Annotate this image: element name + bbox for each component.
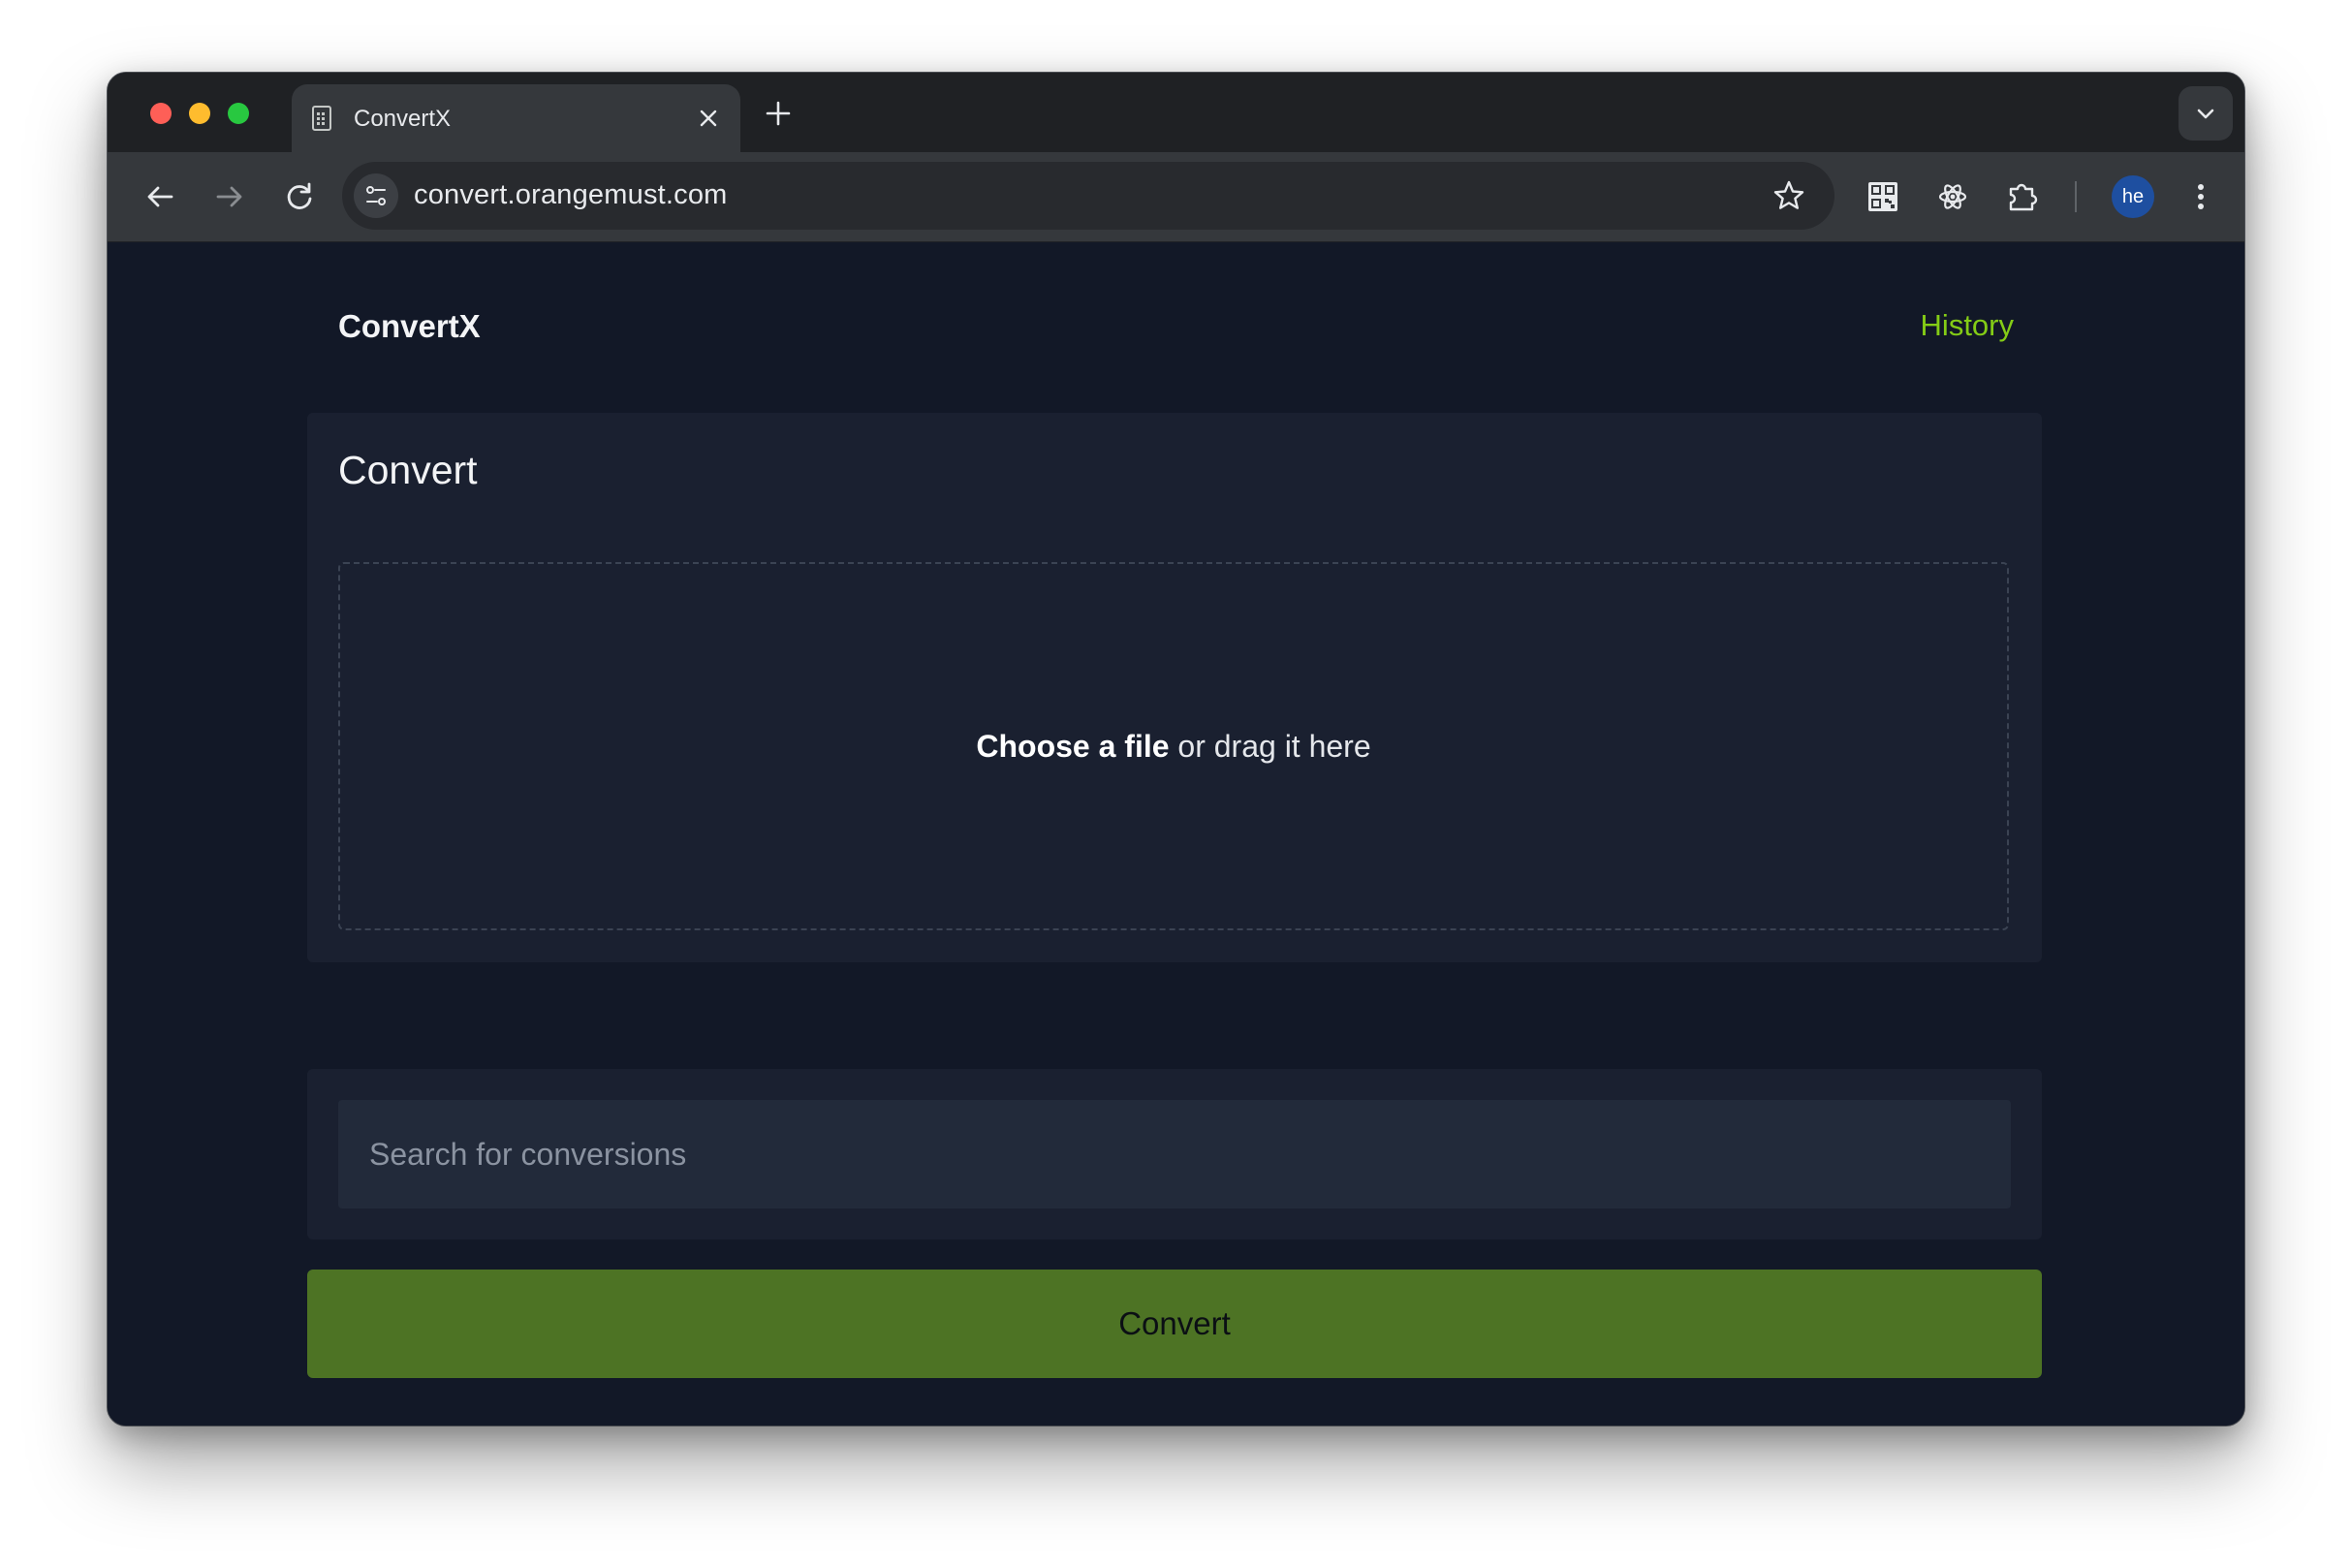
convert-button[interactable]: Convert [307,1270,2042,1378]
atom-icon[interactable] [1933,177,1972,216]
convert-card-title: Convert [338,448,478,492]
tab-title: ConvertX [354,106,452,132]
document-icon [312,106,331,131]
browser-window: ConvertX convert.orangemust.com he Conve… [107,72,2245,1427]
file-dropzone[interactable]: Choose a file or drag it here [338,562,2009,930]
choose-file-link[interactable]: Choose a file [976,729,1169,764]
site-info-button[interactable] [354,173,398,218]
puzzle-icon[interactable] [2003,177,2042,216]
browser-toolbar: convert.orangemust.com he [108,152,2244,242]
bookmark-star-icon[interactable] [1772,179,1805,212]
drag-hint: or drag it here [1169,729,1371,764]
search-conversions-input[interactable] [338,1100,2011,1208]
qr-code-icon[interactable] [1864,177,1902,216]
history-link[interactable]: History [1921,308,2014,343]
minimize-window-button[interactable] [189,103,210,124]
dropzone-label: Choose a file or drag it here [340,729,2007,765]
new-tab-icon[interactable] [763,98,794,129]
tab-search-button[interactable] [2179,86,2233,141]
brand-logo[interactable]: ConvertX [338,308,481,345]
tune-icon [366,186,386,205]
toolbar-separator [2075,181,2077,212]
address-bar[interactable]: convert.orangemust.com [342,162,1834,230]
close-icon[interactable] [696,106,721,131]
more-menu-icon[interactable] [2181,177,2220,216]
tab-strip: ConvertX [108,73,2244,152]
url-text[interactable]: convert.orangemust.com [414,179,728,211]
close-window-button[interactable] [150,103,172,124]
reload-icon[interactable] [280,177,319,216]
tab-convertx[interactable]: ConvertX [292,84,740,152]
search-card [307,1069,2042,1239]
maximize-window-button[interactable] [228,103,249,124]
profile-avatar[interactable]: he [2112,175,2154,218]
page-content: ConvertX History Convert Choose a file o… [108,242,2244,1426]
back-arrow-icon[interactable] [141,177,179,216]
chevron-down-icon [2197,109,2214,119]
convert-card: Convert Choose a file or drag it here [307,413,2042,962]
forward-arrow-icon[interactable] [210,177,249,216]
